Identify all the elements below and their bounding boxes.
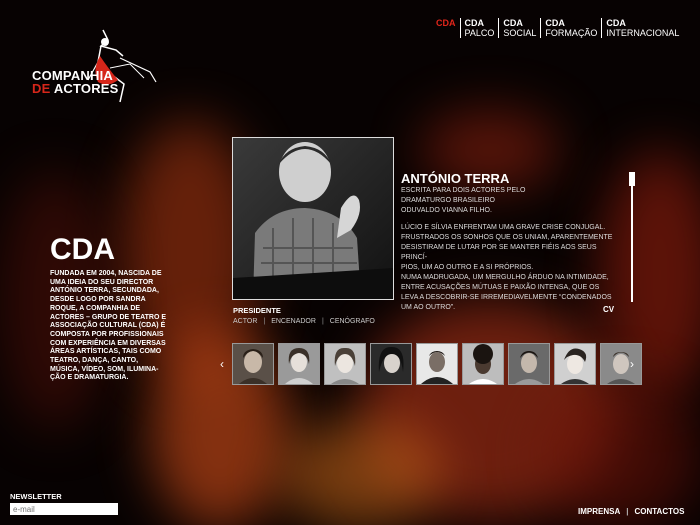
role-separator: | [263,318,266,325]
feature-subtitle-line: ODUVALDO VIANNA FILHO. [401,207,492,214]
about-line: ASSOCIAÇÃO CULTURAL (CDA) É [50,322,166,330]
scrollbar-thumb[interactable] [629,172,635,186]
feature-desc-line: UM AO OUTRO”. [401,304,456,311]
about-line: ROQUE, A COMPANHIA DE [50,304,141,312]
feature-desc-line: LEVA A DESCOBRIR-SE IRREMEDIAVELMENTE “C… [401,294,612,301]
feature-desc-line: NUMA MADRUGADA, UM MERGULHO ÁRDUO NA INT… [401,274,609,281]
press-link[interactable]: IMPRENSA [578,507,620,516]
feature-desc-line: ENTRE ACUSAÇÕES MÚTUAS E PAIXÃO INTENSA,… [401,284,600,291]
brand-line2-white: ACTORES [53,81,119,96]
role-separator: | [321,318,324,325]
feature-desc-line: DESISTIRAM DE LUTAR POR SE MANTER FIÉIS … [401,244,597,261]
about-line: TEATRO, DANÇA, CANTO, [50,357,139,365]
role-block: PRESIDENTE ACTOR | ENCENADOR | CENÓGRAFO [233,306,375,325]
role-title: PRESIDENTE [233,306,281,315]
role-list: ACTOR | ENCENADOR | CENÓGRAFO [233,318,375,325]
nav-cda-formacao[interactable]: CDA FORMAÇÃO [540,18,601,38]
description-scrollbar[interactable] [629,172,635,302]
feature-desc-line: PIOS, UM AO OUTRO E A SI PRÓPRIOS. [401,264,534,271]
carousel-prev-icon[interactable]: ‹ [220,357,224,371]
brand-line2-red: DE [32,81,51,96]
member-thumbnail[interactable] [416,343,458,385]
nav-cda-social-label: CDA [503,18,523,28]
about-heading: CDA [50,233,115,266]
role-item: ACTOR [233,318,258,325]
nav-cda-palco-label: CDA [464,18,485,28]
nav-cda-internacional-sub: INTERNACIONAL [606,28,680,38]
feature-description: LÚCIO E SÍLVIA ENFRENTAM UMA GRAVE CRISE… [401,223,623,313]
about-line: ACTORES – GRUPO DE TEATRO E [50,313,167,321]
nav-cda-label: CDA [436,18,456,28]
feature-desc-line: FRUSTRADOS OS SONHOS QUE OS UNIAM, APARE… [401,234,613,241]
role-item: CENÓGRAFO [329,318,375,325]
newsletter-label: NEWSLETTER [10,492,62,501]
nav-cda-social[interactable]: CDA SOCIAL [498,18,540,38]
nav-cda-social-sub: SOCIAL [503,28,537,38]
about-line: FUNDADA EM 2004, NASCIDA DE [50,270,162,277]
member-thumbnail[interactable] [554,343,596,385]
member-thumbnail[interactable] [508,343,550,385]
brand-logo[interactable]: COMPANHIA DE ACTORES [28,28,168,128]
feature-subtitle: ESCRITA PARA DOIS ACTORES PELO DRAMATURG… [401,186,601,216]
nav-cda-formacao-sub: FORMAÇÃO [545,28,598,38]
member-carousel [232,343,642,385]
nav-cda[interactable]: CDA [432,18,460,38]
featured-portrait [232,137,394,300]
about-line: ÁREAS ARTÍSTICAS, TAIS COMO [50,348,162,356]
cv-link[interactable]: CV [603,305,614,314]
member-thumbnail[interactable] [324,343,366,385]
nav-cda-palco[interactable]: CDA PALCO [459,18,499,38]
about-text: FUNDADA EM 2004, NASCIDA DE UMA IDEIA DO… [50,270,190,383]
member-thumbnail[interactable] [462,343,504,385]
newsletter-email-input[interactable] [10,503,118,515]
about-line: DESDE LOGO POR SANDRA [50,296,146,304]
member-thumbnail[interactable] [232,343,274,385]
contacts-link[interactable]: CONTACTOS [634,507,684,516]
nav-cda-formacao-label: CDA [545,18,565,28]
member-thumbnail[interactable] [370,343,412,385]
footer-separator: | [626,507,629,516]
feature-subtitle-line: ESCRITA PARA DOIS ACTORES PELO [401,187,526,194]
about-line: ANTÓNIO TERRA, SECUNDADA, [50,287,159,295]
member-thumbnail[interactable] [278,343,320,385]
footer-links: IMPRENSA | CONTACTOS [578,507,684,516]
feature-desc-line: LÚCIO E SÍLVIA ENFRENTAM UMA GRAVE CRISE… [401,224,606,231]
feature-subtitle-line: DRAMATURGO BRASILEIRO [401,197,495,204]
member-thumbnail[interactable] [600,343,642,385]
carousel-next-icon[interactable]: › [630,357,634,371]
role-item: ENCENADOR [271,318,316,325]
top-navigation: CDA CDA PALCO CDA SOCIAL CDA FORMAÇÃO CD… [432,18,683,38]
newsletter-submit-icon[interactable]: › [113,503,116,513]
nav-cda-internacional[interactable]: CDA INTERNACIONAL [601,18,683,38]
about-line: ÇÃO E DRAMATURGIA. [50,374,129,382]
nav-cda-internacional-label: CDA [606,18,626,28]
about-line: COMPOSTA POR PROFISSIONAIS [50,330,164,338]
brand-line2: DE ACTORES [32,81,119,96]
feature-name: ANTÓNIO TERRA [401,171,510,186]
nav-cda-palco-sub: PALCO [464,28,495,38]
